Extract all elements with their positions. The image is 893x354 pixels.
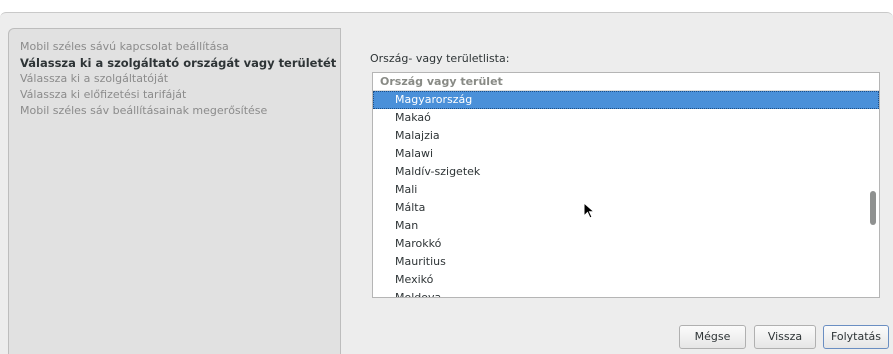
list-item[interactable]: Mexikó — [373, 271, 879, 289]
step-choose-country: Válassza ki a szolgáltató országát vagy … — [20, 56, 337, 70]
list-item[interactable]: Maldív-szigetek — [373, 163, 879, 181]
step-confirm: Mobil széles sáv beállításainak megerősí… — [20, 104, 268, 117]
column-header-country[interactable]: Ország vagy terület — [373, 73, 879, 91]
step-choose-provider: Válassza ki a szolgáltatóját — [20, 72, 169, 85]
steps-sidebar: Mobil széles sávú kapcsolat beállítása V… — [8, 28, 341, 354]
scrollbar-thumb[interactable] — [870, 191, 876, 225]
list-item[interactable]: Moldova — [373, 289, 879, 297]
list-item[interactable]: Mauritius — [373, 253, 879, 271]
list-item[interactable]: Malajzia — [373, 127, 879, 145]
list-item[interactable]: Marokkó — [373, 235, 879, 253]
mouse-pointer-icon — [583, 202, 596, 219]
list-item[interactable]: Malawi — [373, 145, 879, 163]
list-scrollbar[interactable] — [867, 73, 879, 297]
list-item[interactable]: Mali — [373, 181, 879, 199]
list-item-selected[interactable]: Magyarország — [373, 91, 879, 109]
list-item[interactable]: Makaó — [373, 109, 879, 127]
step-setup: Mobil széles sávú kapcsolat beállítása — [20, 40, 229, 53]
step-choose-plan: Válassza ki előfizetési tarifáját — [20, 88, 187, 101]
list-item[interactable]: Man — [373, 217, 879, 235]
next-button[interactable]: Folytatás — [823, 325, 889, 349]
country-list[interactable]: Ország vagy terület Magyarország Makaó M… — [372, 72, 880, 298]
list-item[interactable]: Málta — [373, 199, 879, 217]
cancel-button[interactable]: Mégse — [679, 325, 746, 349]
back-button[interactable]: Vissza — [754, 325, 816, 349]
country-list-label: Ország- vagy területlista: — [370, 52, 510, 65]
